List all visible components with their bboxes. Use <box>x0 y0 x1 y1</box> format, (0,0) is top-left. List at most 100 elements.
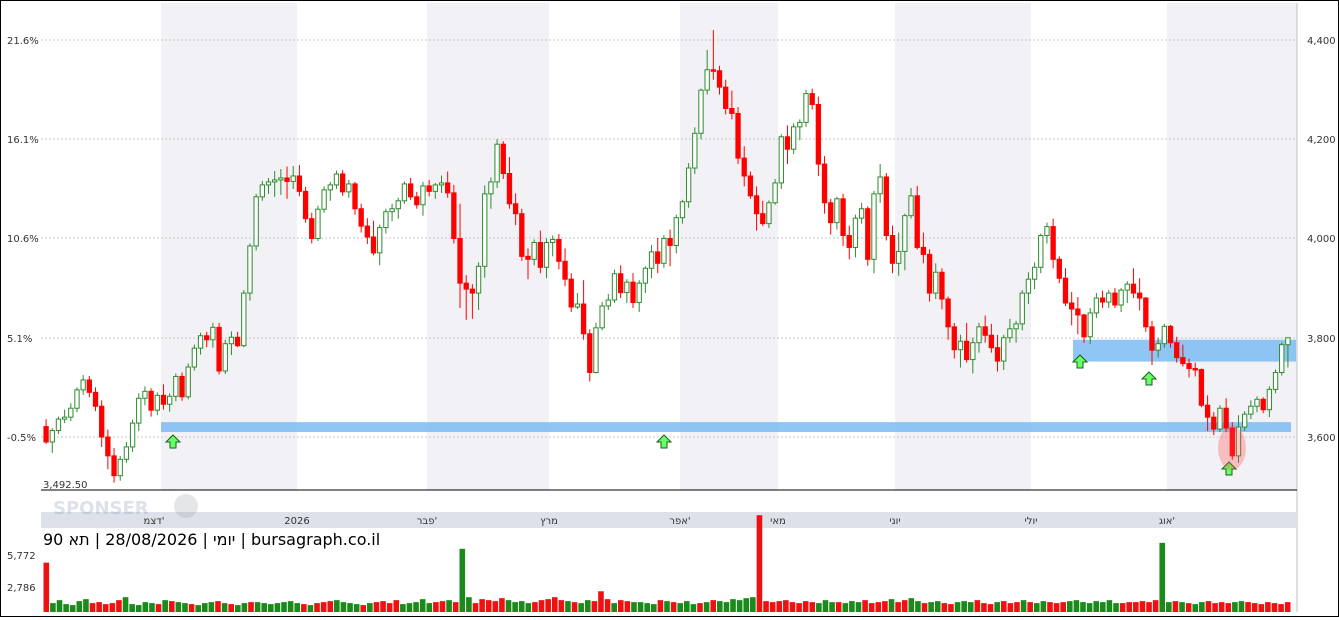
candle-body <box>679 201 686 219</box>
candle-body <box>160 394 167 405</box>
y-left-tick: 16.1% <box>7 135 39 146</box>
candle-body <box>1266 388 1273 411</box>
month-label: יוני <box>889 516 900 527</box>
candle-body <box>352 183 358 210</box>
candle-body <box>129 422 136 448</box>
candlestick-chart: 21.6% 16.1% 10.6% 5.1% -0.5% 4,400 4,200… <box>7 3 1336 612</box>
volume-bar <box>1179 602 1185 612</box>
candle-body <box>642 267 649 284</box>
candle-body <box>556 238 562 262</box>
volume-bar <box>89 603 96 612</box>
candle-body <box>1031 266 1038 280</box>
volume-bar <box>842 603 849 612</box>
volume-bar <box>56 600 63 612</box>
volume-bar <box>987 604 994 612</box>
volume-bar <box>1245 602 1251 612</box>
volume-bar <box>505 600 512 612</box>
candle-body <box>395 200 401 210</box>
volume-bar <box>664 601 670 612</box>
candle-body <box>216 326 222 372</box>
candle-body <box>858 208 865 219</box>
volume-bar <box>717 601 723 612</box>
volume-bar <box>532 602 538 612</box>
volume-bar <box>406 603 413 612</box>
y-left-tick: 10.6% <box>7 234 39 245</box>
mascot-icon <box>174 494 198 518</box>
candle-body <box>488 181 494 195</box>
candle-body <box>753 195 760 215</box>
volume-bar <box>829 602 835 612</box>
candle-body <box>939 271 945 300</box>
candle-body <box>933 271 939 294</box>
candle-body <box>1019 292 1025 325</box>
candle-body <box>1007 328 1013 339</box>
candle-body <box>655 251 661 264</box>
candle-body <box>630 281 636 304</box>
volume-bar <box>96 602 102 612</box>
volume-bar <box>1199 602 1205 612</box>
y-left-tick: 21.6% <box>7 36 39 47</box>
candle-body <box>568 278 574 308</box>
candle-body <box>482 193 488 267</box>
candle-body <box>957 340 964 351</box>
candle-body <box>704 69 710 91</box>
candle-body <box>1044 226 1050 237</box>
volume-bar <box>571 602 578 612</box>
volume-bar <box>221 603 228 612</box>
candle-body <box>1242 413 1248 428</box>
volume-bar <box>1119 603 1126 612</box>
candle-body <box>469 288 476 294</box>
volume-bar <box>50 603 56 612</box>
candle-body <box>407 183 414 198</box>
volume-bar <box>248 602 254 612</box>
volume-bar <box>439 601 446 612</box>
candle-body <box>698 89 704 134</box>
volume-bar <box>750 597 756 612</box>
volume-bar <box>116 600 122 612</box>
volume-bar <box>657 600 664 612</box>
candle-body <box>272 179 278 183</box>
volume-bar <box>287 601 294 612</box>
volume-bar <box>954 602 961 612</box>
volume-bar <box>558 600 565 612</box>
candle-body <box>778 136 784 184</box>
volume-bar <box>875 602 882 612</box>
candle-body <box>1198 369 1205 406</box>
volume-bar <box>43 562 50 612</box>
candle-body <box>840 198 846 237</box>
candle-body <box>1204 404 1211 418</box>
base-price-label: 3,492.50 <box>43 480 88 491</box>
candle-body <box>49 430 55 443</box>
chart-caption: יומי | 28/08/2026 | תא 90 | bursagraph.c… <box>43 530 380 549</box>
month-label: מאי <box>770 516 786 527</box>
candle-body <box>290 175 296 182</box>
volume-bar <box>763 601 769 612</box>
candle-body <box>55 418 62 432</box>
volume-bar <box>1271 603 1278 612</box>
candle-body <box>636 282 642 304</box>
volume-bar <box>723 602 730 612</box>
candle-body <box>1038 235 1044 268</box>
candle-body <box>896 250 902 264</box>
candle-body <box>1192 368 1198 371</box>
candle-body <box>661 238 667 264</box>
volume-bar <box>1093 601 1100 612</box>
candle-body <box>142 390 148 399</box>
volume-bar <box>598 591 604 612</box>
volume-bar <box>703 602 710 612</box>
candle-body <box>599 305 605 329</box>
candle-body <box>976 326 982 344</box>
up-arrow-icon <box>1140 371 1158 386</box>
volume-bar <box>756 515 763 612</box>
volume-bar <box>604 599 611 612</box>
volume-bar <box>809 602 816 612</box>
volume-bar <box>578 603 584 612</box>
candle-body <box>389 208 395 213</box>
volume-bar <box>670 602 677 612</box>
candle-body <box>815 104 822 165</box>
volume-bar <box>142 602 149 612</box>
volume-bar <box>380 601 386 612</box>
volume-bar <box>419 599 426 612</box>
volume-bar <box>294 603 301 612</box>
candle-body <box>358 208 364 227</box>
